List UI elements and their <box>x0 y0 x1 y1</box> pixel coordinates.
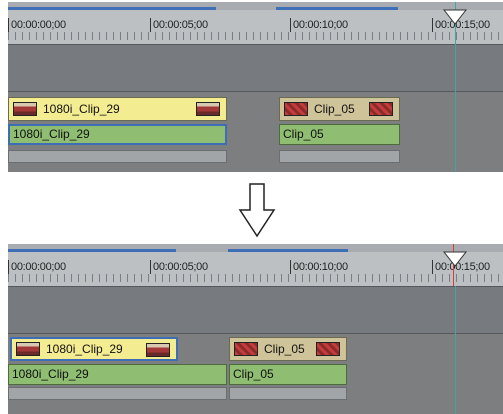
track-divider <box>8 333 503 334</box>
clip-thumbnail-icon <box>16 342 40 356</box>
audio-clip[interactable] <box>8 150 227 163</box>
ruler-timecode: 00:00:00;00 <box>8 260 66 274</box>
timeline-after: 00:00:00;00 00:00:05;00 00:00:10;00 00:0… <box>8 244 503 414</box>
timeline-ruler[interactable]: 00:00:00;00 00:00:05;00 00:00:10;00 00:0… <box>8 244 503 287</box>
clip-title: 1080i_Clip_29 <box>43 102 120 116</box>
track-divider <box>8 91 503 92</box>
clip-title-bar[interactable]: Clip_05 <box>279 97 400 121</box>
ruler-timecode: 00:00:10;00 <box>290 260 348 274</box>
video-clip[interactable]: 1080i_Clip_29 <box>8 364 227 385</box>
clip-thumbnail-icon <box>316 342 340 356</box>
clip-title-bar[interactable]: Clip_05 <box>229 337 347 361</box>
timeline-cursor-line <box>455 2 456 172</box>
clip-title-bar[interactable]: 1080i_Clip_29 <box>10 337 178 361</box>
video-clip[interactable]: Clip_05 <box>229 364 347 385</box>
down-arrow-icon <box>236 180 278 240</box>
empty-track[interactable] <box>8 45 503 91</box>
clip-thumbnail-icon <box>234 342 258 356</box>
clip-thumbnail-icon <box>284 102 308 116</box>
clip-thumbnail-icon <box>13 102 37 116</box>
ruler-range-segment <box>228 249 348 252</box>
timeline-cursor-icon[interactable] <box>443 9 467 25</box>
clip-thumbnail-icon <box>369 102 393 116</box>
audio-clip[interactable] <box>229 387 347 400</box>
ruler-range-segment <box>276 7 398 10</box>
video-clip[interactable]: 1080i_Clip_29 <box>8 124 227 145</box>
timeline-before: 00:00:00;00 00:00:05;00 00:00:10;00 00:0… <box>8 2 503 172</box>
clip-title-bar[interactable]: 1080i_Clip_29 <box>8 97 227 121</box>
clip-title: Clip_05 <box>314 102 355 116</box>
clip-thumbnail-icon <box>196 102 220 116</box>
ruler-range-segment <box>8 7 216 10</box>
ruler-range-segment <box>8 249 176 252</box>
timeline-cursor-icon[interactable] <box>443 251 467 267</box>
ruler-timecode: 00:00:05;00 <box>150 260 208 274</box>
audio-clip[interactable] <box>8 387 227 400</box>
timeline-cursor-line <box>455 286 456 414</box>
video-clip[interactable]: Clip_05 <box>279 124 400 145</box>
audio-clip[interactable] <box>279 150 400 163</box>
ruler-ticks <box>8 32 503 40</box>
clip-thumbnail-icon <box>146 343 170 357</box>
clip-title: 1080i_Clip_29 <box>46 342 123 356</box>
ruler-ticks <box>8 274 503 282</box>
ruler-timecode: 00:00:10;00 <box>290 18 348 32</box>
clip-title: Clip_05 <box>264 342 305 356</box>
empty-track[interactable] <box>8 287 503 333</box>
timeline-ruler[interactable]: 00:00:00;00 00:00:05;00 00:00:10;00 00:0… <box>8 2 503 45</box>
ruler-timecode: 00:00:00;00 <box>8 18 66 32</box>
ruler-timecode: 00:00:05;00 <box>150 18 208 32</box>
